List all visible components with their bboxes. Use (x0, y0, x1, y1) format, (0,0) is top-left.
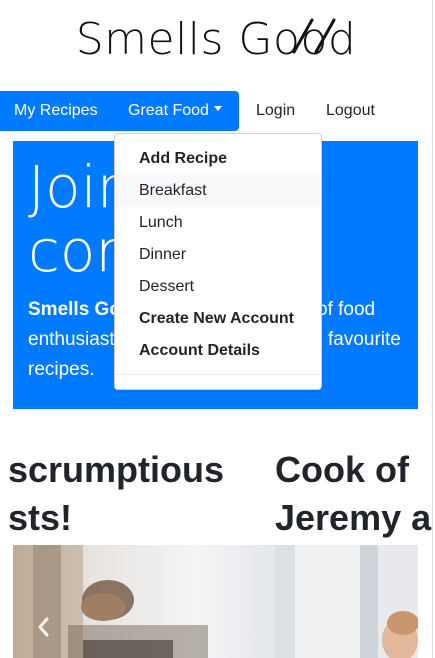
dropdown-item-account-details[interactable]: Account Details (115, 335, 321, 367)
dropdown-item-breakfast[interactable]: Breakfast (115, 175, 321, 207)
page: Smells Good My Recipes Great Food Login … (0, 0, 433, 658)
hero-lead-text1: of food (317, 299, 376, 320)
slide-1-title: scrumptious sts! (8, 446, 224, 542)
recipe-carousel: scrumptious sts! Cook of Jeremy a (0, 430, 432, 658)
chef-photo (275, 545, 418, 658)
slide-2-title-line1: Cook of (275, 449, 409, 490)
slide-1-image[interactable] (13, 545, 275, 658)
hero-lead-brand: Smells Go (28, 299, 121, 320)
nav-login[interactable]: Login (242, 91, 309, 131)
site-logo[interactable]: Smells Good (0, 8, 432, 72)
great-food-dropdown-menu: Add Recipe Breakfast Lunch Dinner Desser… (114, 133, 322, 390)
slide-1-title-line1: scrumptious (8, 449, 225, 490)
caret-down-icon (213, 106, 222, 112)
dropdown-item-dessert[interactable]: Dessert (115, 271, 321, 303)
nav-logout[interactable]: Logout (312, 91, 389, 131)
dropdown-item-lunch[interactable]: Lunch (115, 207, 321, 239)
dropdown-item-create-account[interactable]: Create New Account (115, 303, 321, 335)
nav-great-food-dropdown[interactable]: Great Food (114, 91, 239, 131)
hero-lead-text2a: enthusiast (28, 329, 115, 350)
main-nav: My Recipes Great Food Login Logout (0, 91, 432, 131)
slide-2-title: Cook of Jeremy a (275, 446, 431, 542)
dropdown-item-dinner[interactable]: Dinner (115, 239, 321, 271)
nav-my-recipes[interactable]: My Recipes (0, 91, 114, 131)
hero-lead-text2b: favourite (328, 329, 401, 350)
nav-great-food-label: Great Food (128, 102, 209, 119)
dropdown-divider (115, 374, 321, 375)
spoons-icon (292, 18, 336, 54)
slide-1-title-line2: sts! (8, 497, 73, 538)
cooking-photo (13, 545, 275, 658)
dropdown-item-add-recipe[interactable]: Add Recipe (115, 143, 321, 175)
slide-2-image[interactable] (275, 545, 418, 658)
carousel-prev-icon[interactable] (36, 615, 52, 639)
slide-2-title-line2: Jeremy a (275, 497, 432, 538)
